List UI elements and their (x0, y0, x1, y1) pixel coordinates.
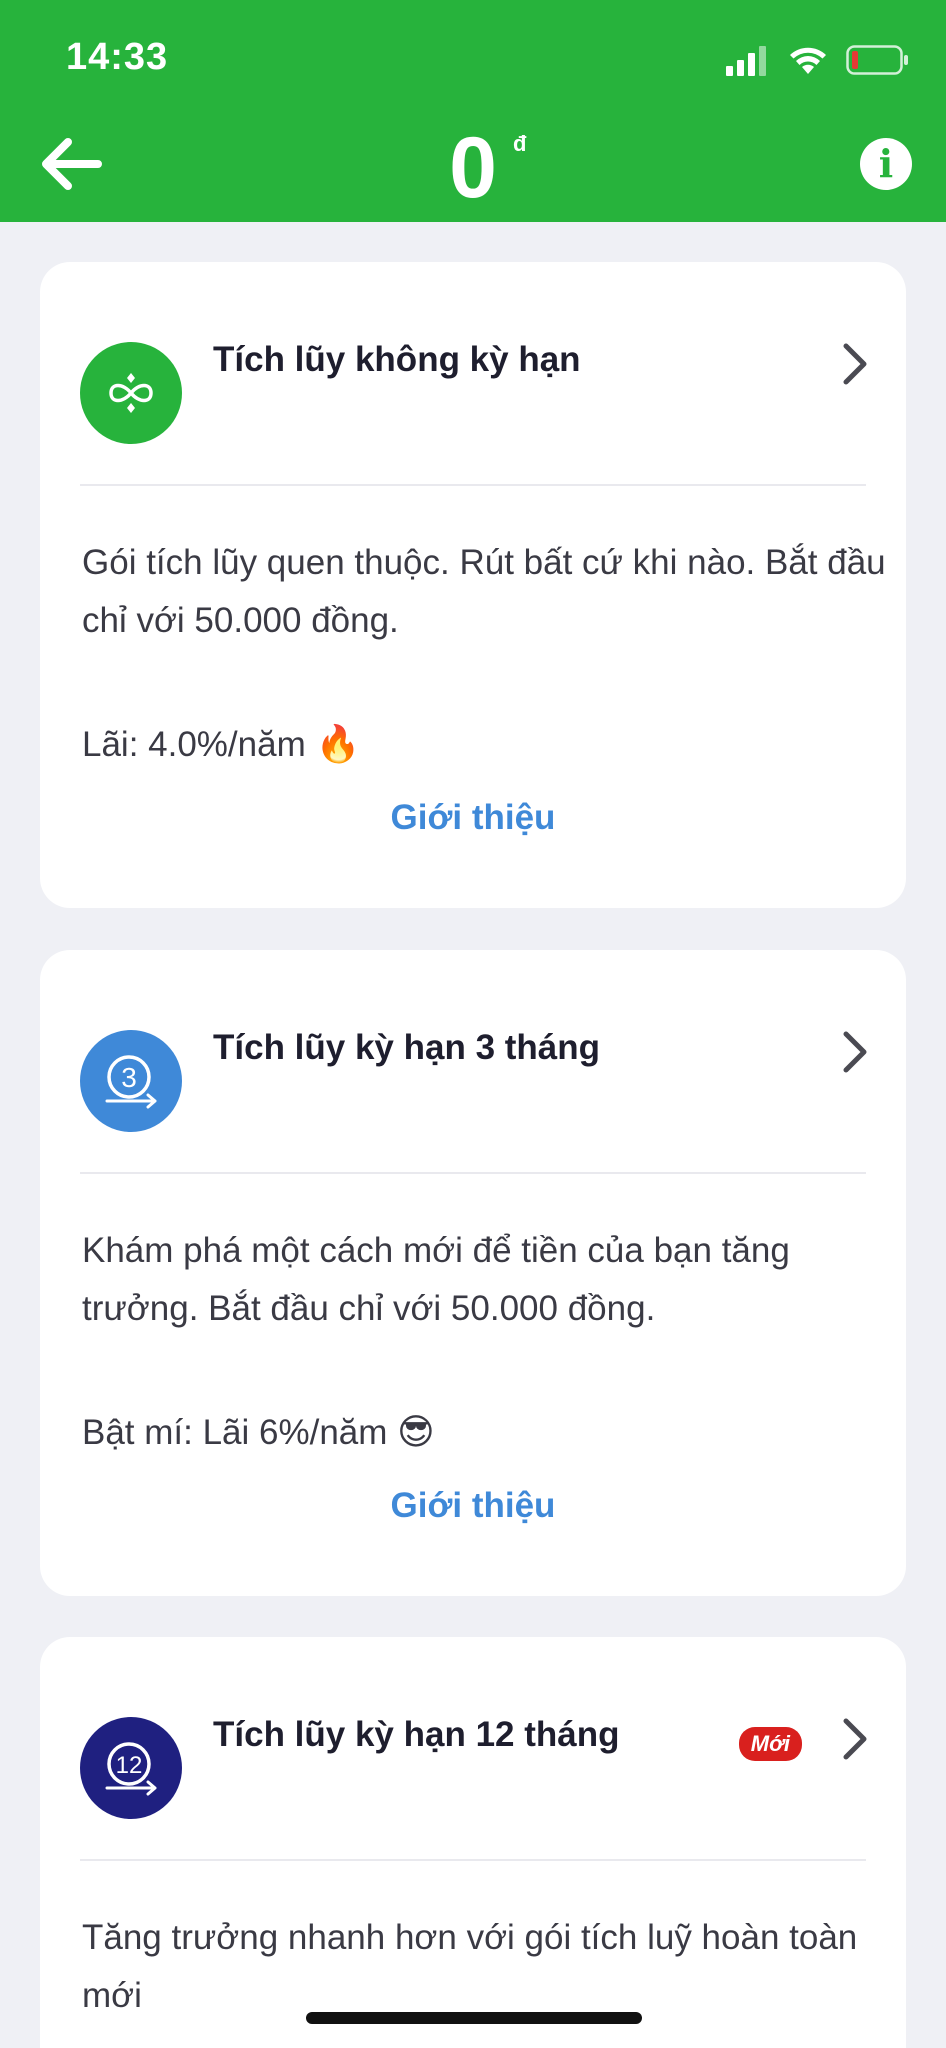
card-header[interactable]: Tích lũy không kỳ hạn (40, 262, 906, 482)
term-3-label: 3 (121, 1062, 137, 1093)
wifi-icon (790, 47, 826, 74)
term-3-icon: 3 (80, 1030, 182, 1132)
card-description: Tăng trưởng nhanh hơn với gói tích luỹ h… (82, 1918, 858, 2015)
term-12-icon: 12 (80, 1717, 182, 1819)
interest-rate: Bật mí: Lãi 6%/năm 😎 (82, 1408, 435, 1458)
balance: 0 đ (0, 118, 946, 218)
battery-icon (846, 45, 908, 75)
card-header[interactable]: 3 Tích lũy kỳ hạn 3 tháng (40, 950, 906, 1170)
card-title: Tích lũy không kỳ hạn (213, 340, 581, 379)
balance-value: 0 (449, 120, 497, 216)
status-time: 14:33 (66, 36, 169, 78)
home-indicator[interactable] (306, 2012, 642, 2024)
interest-rate-text: Lãi: 4.0%/năm (82, 725, 306, 764)
divider (80, 1859, 866, 1861)
info-icon[interactable]: i (860, 138, 912, 190)
card-title: Tích lũy kỳ hạn 3 tháng (213, 1028, 601, 1067)
sunglasses-emoji-icon: 😎 (397, 1412, 435, 1453)
balance-currency: đ (513, 131, 527, 156)
card-header[interactable]: 12 Tích lũy kỳ hạn 12 tháng Mới (40, 1637, 906, 1857)
divider (80, 484, 866, 486)
infinity-icon (80, 342, 182, 444)
chevron-right-icon[interactable] (840, 342, 870, 386)
savings-card-12-month[interactable]: 12 Tích lũy kỳ hạn 12 tháng Mới Tăng trư… (40, 1637, 906, 2048)
intro-link[interactable]: Giới thiệu (40, 798, 906, 838)
savings-card-3-month[interactable]: 3 Tích lũy kỳ hạn 3 tháng Khám phá một c… (40, 950, 906, 1596)
app-header: 14:33 0 đ i (0, 0, 946, 222)
card-title: Tích lũy kỳ hạn 12 tháng (213, 1715, 620, 1754)
card-description: Khám phá một cách mới để tiền của bạn tă… (82, 1231, 790, 1328)
chevron-right-icon[interactable] (840, 1030, 870, 1074)
chevron-right-icon[interactable] (840, 1717, 870, 1761)
savings-card-flexible[interactable]: Tích lũy không kỳ hạn Gói tích lũy quen … (40, 262, 906, 908)
interest-rate: Lãi: 4.0%/năm 🔥 (82, 720, 360, 770)
divider (80, 1172, 866, 1174)
signal-icon (726, 46, 766, 76)
card-description: Gói tích lũy quen thuộc. Rút bất cứ khi … (82, 543, 886, 640)
interest-rate-text: Bật mí: Lãi 6%/năm (82, 1413, 388, 1452)
intro-link[interactable]: Giới thiệu (40, 1486, 906, 1526)
fire-icon: 🔥 (315, 724, 361, 765)
term-12-label: 12 (116, 1752, 143, 1779)
new-badge: Mới (738, 1727, 802, 1761)
